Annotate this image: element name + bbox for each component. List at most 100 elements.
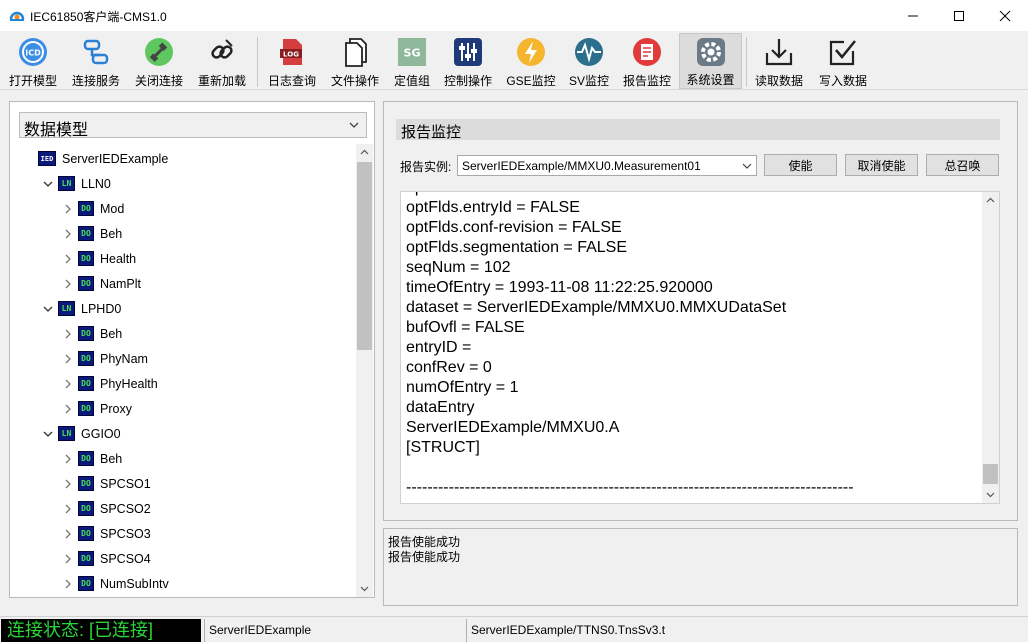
- tree-node-label: NumSubIntv: [100, 576, 169, 591]
- do-badge-icon: DO: [78, 501, 94, 516]
- tree-node[interactable]: DO Beh: [60, 321, 122, 346]
- write-data-button[interactable]: 写入数据: [815, 33, 871, 89]
- tree-node[interactable]: DO Mod: [60, 196, 124, 221]
- toolbar-label: 关闭连接: [134, 74, 183, 88]
- report-line: optFlds.segmentation = FALSE: [406, 239, 628, 256]
- chevron-right-icon[interactable]: [60, 351, 76, 367]
- tree-node[interactable]: LN GGIO0: [40, 421, 121, 446]
- scrollbar-thumb[interactable]: [357, 162, 372, 350]
- scroll-up-icon[interactable]: [982, 192, 999, 209]
- maximize-button[interactable]: [936, 0, 982, 31]
- tree-node[interactable]: DO SPCSO2: [60, 496, 151, 521]
- do-badge-icon: DO: [78, 326, 94, 341]
- minimize-button[interactable]: [890, 0, 936, 31]
- general-interrogation-button[interactable]: 总召唤: [926, 154, 999, 176]
- chevron-down-icon: [742, 163, 752, 169]
- report-instance-dropdown[interactable]: ServerIEDExample/MMXU0.Measurement01: [457, 155, 757, 176]
- tree-scrollbar[interactable]: [356, 144, 373, 597]
- toolbar-label: 文件操作: [330, 74, 379, 88]
- report-line: bufOvfl = FALSE: [406, 319, 525, 336]
- tree-node[interactable]: DO Beh: [60, 221, 122, 246]
- tree-node-label: ServerIEDExample: [62, 151, 169, 166]
- disable-button[interactable]: 取消使能: [845, 154, 918, 176]
- toolbar-label: 写入数据: [818, 74, 867, 88]
- read-data-icon: [762, 35, 796, 69]
- toolbar-separator: [257, 37, 258, 87]
- window-title: IEC61850客户端-CMS1.0: [30, 10, 167, 24]
- chevron-down-icon[interactable]: [40, 176, 56, 192]
- report-monitor-button[interactable]: 报告监控: [620, 33, 674, 89]
- report-output[interactable]: optFlds.buffer-overflow = FALSEoptFlds.e…: [400, 191, 1000, 504]
- report-line: entryID =: [406, 339, 472, 356]
- close-button[interactable]: [982, 0, 1028, 31]
- chevron-right-icon[interactable]: [60, 226, 76, 242]
- scroll-down-icon[interactable]: [982, 486, 999, 503]
- connect-service-button[interactable]: 连接服务: [68, 33, 124, 89]
- do-badge-icon: DO: [78, 526, 94, 541]
- tree-node[interactable]: DO SPCSO1: [60, 471, 151, 496]
- log-query-button[interactable]: LOG 日志查询: [264, 33, 320, 89]
- scrollbar-thumb[interactable]: [983, 464, 998, 484]
- chevron-down-icon[interactable]: [40, 301, 56, 317]
- tree-node[interactable]: DO PhyNam: [60, 346, 148, 371]
- log-icon-text: LOG: [283, 51, 299, 59]
- tree-node[interactable]: DO NumSubIntv: [60, 571, 169, 596]
- chevron-right-icon[interactable]: [60, 476, 76, 492]
- chevron-right-icon[interactable]: [60, 326, 76, 342]
- chevron-right-icon[interactable]: [60, 501, 76, 517]
- read-data-button[interactable]: 读取数据: [751, 33, 807, 89]
- tree-node[interactable]: DO SPCSO3: [60, 521, 151, 546]
- setting-group-button[interactable]: SG 定值组: [389, 33, 435, 89]
- chevron-right-icon[interactable]: [60, 551, 76, 567]
- toolbar-label: 打开模型: [8, 74, 57, 88]
- model-dropdown[interactable]: 数据模型: [19, 112, 367, 139]
- chevron-down-icon[interactable]: [40, 426, 56, 442]
- file-operation-button[interactable]: 文件操作: [327, 33, 383, 89]
- tree-node[interactable]: DO Health: [60, 246, 136, 271]
- toolbar-label: 控制操作: [443, 74, 492, 88]
- sv-icon: [572, 35, 606, 69]
- chevron-down-icon[interactable]: [20, 151, 36, 167]
- tree-node[interactable]: DO Proxy: [60, 396, 132, 421]
- report-line: timeOfEntry = 1993-11-08 11:22:25.920000: [406, 279, 713, 296]
- report-lines: optFlds.buffer-overflow = FALSEoptFlds.e…: [406, 192, 981, 498]
- chevron-right-icon[interactable]: [60, 251, 76, 267]
- report-instance-value: ServerIEDExample/MMXU0.Measurement01: [462, 159, 701, 173]
- tree-node[interactable]: IED ServerIEDExample: [20, 146, 168, 171]
- control-operation-button[interactable]: 控制操作: [441, 33, 495, 89]
- icd-icon-text: ICD: [25, 49, 41, 58]
- system-settings-button[interactable]: 系统设置: [679, 33, 742, 89]
- tree-node[interactable]: LN LLN0: [40, 171, 111, 196]
- open-model-icon: ICD: [16, 35, 50, 69]
- tree-node[interactable]: LN LPHD0: [40, 296, 121, 321]
- open-model-button[interactable]: ICD 打开模型: [6, 33, 60, 89]
- report-monitor-panel: 报告监控 报告实例: ServerIEDExample/MMXU0.Measur…: [383, 101, 1018, 521]
- tree-node-label: Mod: [100, 201, 125, 216]
- chevron-right-icon[interactable]: [60, 401, 76, 417]
- chevron-right-icon[interactable]: [60, 576, 76, 592]
- report-scrollbar[interactable]: [982, 192, 999, 503]
- chevron-right-icon[interactable]: [60, 526, 76, 542]
- do-badge-icon: DO: [78, 251, 94, 266]
- tree-node[interactable]: DO SPCSO4: [60, 546, 151, 571]
- chevron-right-icon[interactable]: [60, 376, 76, 392]
- gse-monitor-button[interactable]: GSE监控: [503, 33, 559, 89]
- scroll-down-icon[interactable]: [356, 580, 373, 597]
- sv-monitor-button[interactable]: SV监控: [564, 33, 614, 89]
- tree-node-label: LPHD0: [81, 301, 122, 316]
- tree-node[interactable]: DO PhyHealth: [60, 371, 158, 396]
- disconnect-button[interactable]: 关闭连接: [131, 33, 187, 89]
- scroll-up-icon[interactable]: [356, 144, 373, 161]
- tree-node[interactable]: DO Beh: [60, 446, 122, 471]
- report-line: numOfEntry = 1: [406, 379, 519, 396]
- chevron-right-icon[interactable]: [60, 451, 76, 467]
- tree-node-label: SPCSO1: [100, 476, 151, 491]
- status-bar: 连接状态: [已连接] ServerIEDExample ServerIEDEx…: [0, 616, 1028, 642]
- report-line: [406, 458, 981, 478]
- enable-button[interactable]: 使能: [764, 154, 837, 176]
- reload-button[interactable]: 重新加载: [194, 33, 250, 89]
- tree-node[interactable]: DO NamPlt: [60, 271, 141, 296]
- chevron-right-icon[interactable]: [60, 201, 76, 217]
- status-path: ServerIEDExample/TTNS0.TnsSv3.t: [466, 619, 1026, 642]
- chevron-right-icon[interactable]: [60, 276, 76, 292]
